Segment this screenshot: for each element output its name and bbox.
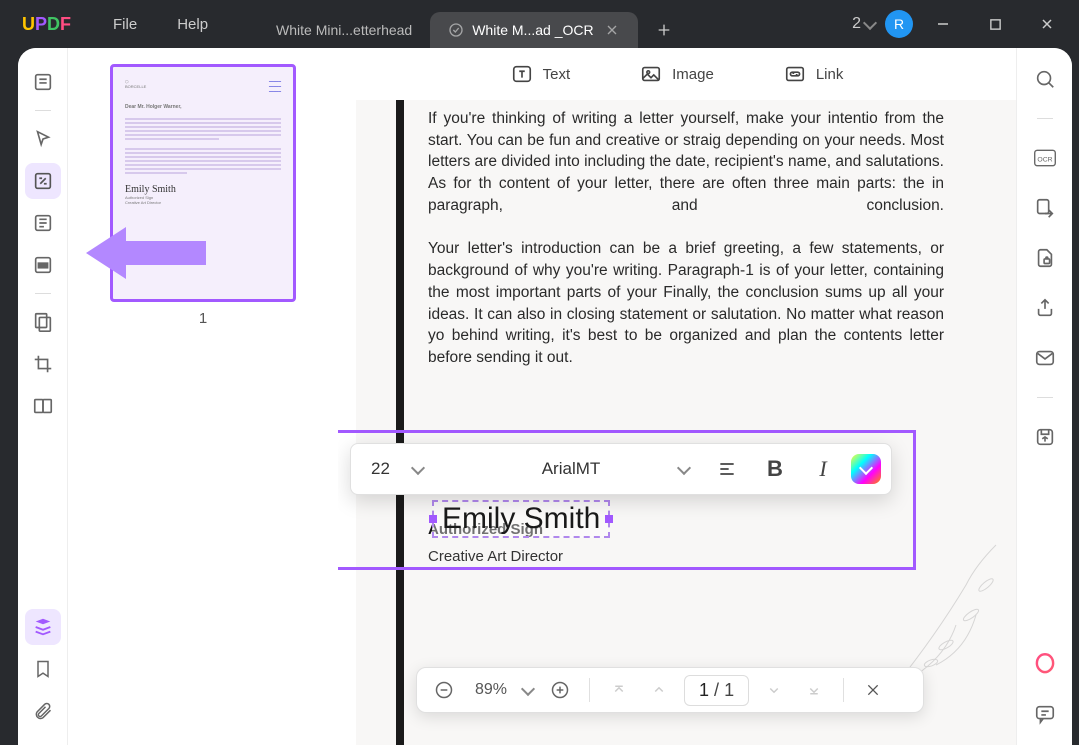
main-view: Text Image Link If you're thinking of wr… xyxy=(338,48,1016,745)
doc-count[interactable]: 2 xyxy=(852,15,877,33)
redact-tool[interactable] xyxy=(25,247,61,283)
paragraph-1: If you're thinking of writing a letter y… xyxy=(428,108,944,216)
chevron-down-icon xyxy=(679,463,691,475)
align-button[interactable] xyxy=(707,451,747,487)
next-page-button[interactable] xyxy=(759,675,789,705)
app-logo: UPDF xyxy=(0,14,93,35)
document-page: If you're thinking of writing a letter y… xyxy=(356,100,1016,745)
add-tab-button[interactable] xyxy=(646,12,682,48)
page-viewport[interactable]: If you're thinking of writing a letter y… xyxy=(338,100,1016,745)
reader-tool[interactable] xyxy=(25,64,61,100)
menu-file[interactable]: File xyxy=(93,16,157,33)
menu-help[interactable]: Help xyxy=(157,16,228,33)
edit-pdf-tool[interactable] xyxy=(25,163,61,199)
page-indicator[interactable]: 1 / 1 xyxy=(684,675,749,706)
tab-strip: White Mini...etterhead White M...ad _OCR xyxy=(258,0,682,48)
edit-pdf-icon xyxy=(448,22,464,38)
close-nav-button[interactable] xyxy=(858,675,888,705)
maximize-button[interactable] xyxy=(973,4,1017,44)
user-avatar[interactable]: R xyxy=(885,10,913,38)
italic-button[interactable]: I xyxy=(803,451,843,487)
thumbnails-toggle[interactable] xyxy=(25,609,61,645)
chevron-down-icon[interactable] xyxy=(523,684,535,696)
save-button[interactable] xyxy=(1027,422,1063,452)
svg-text:OCR: OCR xyxy=(1037,156,1052,163)
crop-tool[interactable] xyxy=(25,346,61,382)
tutorial-arrow-icon xyxy=(86,223,206,283)
compare-tool[interactable] xyxy=(25,388,61,424)
tab-inactive[interactable]: White Mini...etterhead xyxy=(258,12,430,48)
text-color-button[interactable] xyxy=(851,454,881,484)
edit-type-toolbar: Text Image Link xyxy=(338,48,1016,100)
workspace: ⬡BORCELLE━━━━━━━━━━━━━━━ Dear Mr. Holger… xyxy=(18,48,1072,745)
prev-page-button[interactable] xyxy=(644,675,674,705)
first-page-button[interactable] xyxy=(604,675,634,705)
email-button[interactable] xyxy=(1027,343,1063,373)
attachment-toggle[interactable] xyxy=(25,693,61,729)
page-nav-toolbar: 89% 1 / 1 xyxy=(416,667,924,713)
left-tool-rail xyxy=(18,48,68,745)
share-button[interactable] xyxy=(1027,293,1063,323)
zoom-out-button[interactable] xyxy=(429,675,459,705)
thumbnail-page-number: 1 xyxy=(199,310,207,327)
chevron-down-icon xyxy=(413,463,425,475)
resize-handle-right[interactable] xyxy=(605,515,613,523)
insert-image-button[interactable]: Image xyxy=(640,63,714,85)
insert-link-button[interactable]: Link xyxy=(784,63,844,85)
text-edit-box[interactable]: Emily Smith xyxy=(432,500,610,538)
comment-panel-button[interactable] xyxy=(1027,699,1063,729)
bookmark-toggle[interactable] xyxy=(25,651,61,687)
search-button[interactable] xyxy=(1027,64,1063,94)
ocr-button[interactable]: OCR xyxy=(1027,143,1063,173)
convert-button[interactable] xyxy=(1027,193,1063,223)
text-format-toolbar: 22 ArialMT B I xyxy=(350,443,892,495)
close-tab-icon[interactable] xyxy=(604,22,620,38)
paragraph-2: Your letter's introduction can be a brie… xyxy=(428,238,944,368)
right-tool-rail: OCR xyxy=(1016,48,1072,745)
bold-button[interactable]: B xyxy=(755,451,795,487)
insert-text-button[interactable]: Text xyxy=(511,63,571,85)
zoom-value[interactable]: 89% xyxy=(469,681,513,699)
resize-handle-left[interactable] xyxy=(429,515,437,523)
title-bar: UPDF File Help White Mini...etterhead Wh… xyxy=(0,0,1079,48)
thumbnail-panel: ⬡BORCELLE━━━━━━━━━━━━━━━ Dear Mr. Holger… xyxy=(68,48,338,745)
form-tool[interactable] xyxy=(25,205,61,241)
comment-tool[interactable] xyxy=(25,121,61,157)
font-size-select[interactable]: 22 xyxy=(361,451,435,487)
ai-assistant-button[interactable] xyxy=(1027,649,1063,679)
organize-tool[interactable] xyxy=(25,304,61,340)
minimize-button[interactable] xyxy=(921,4,965,44)
chevron-down-icon xyxy=(865,18,877,30)
close-window-button[interactable] xyxy=(1025,4,1069,44)
zoom-in-button[interactable] xyxy=(545,675,575,705)
font-family-select[interactable]: ArialMT xyxy=(443,451,699,487)
tab-active[interactable]: White M...ad _OCR xyxy=(430,12,637,48)
last-page-button[interactable] xyxy=(799,675,829,705)
protect-button[interactable] xyxy=(1027,243,1063,273)
